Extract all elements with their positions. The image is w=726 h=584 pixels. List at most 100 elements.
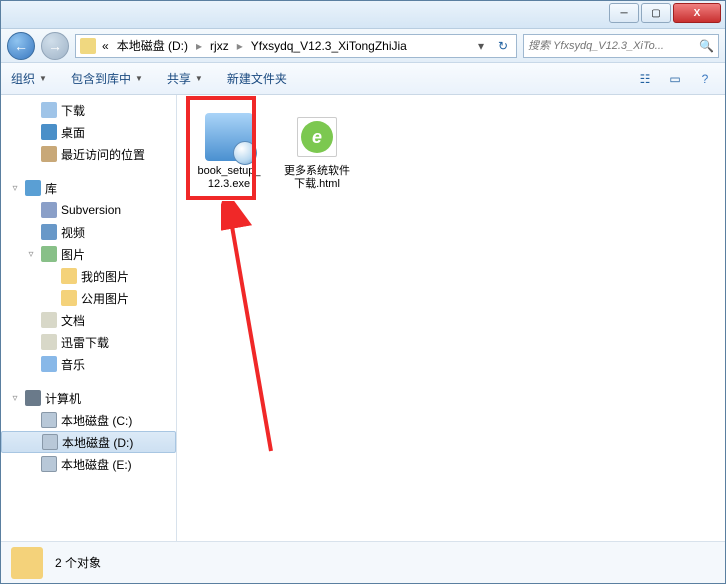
pictures-icon — [41, 246, 57, 262]
status-count: 2 个对象 — [55, 554, 101, 571]
drive-icon — [41, 412, 57, 428]
nav-bar: ← → « 本地磁盘 (D:) ▸ rjxz ▸ Yfxsydq_V12.3_X… — [1, 29, 725, 63]
organize-button[interactable]: 组织 ▼ — [11, 70, 47, 87]
collapse-icon[interactable]: ▿ — [9, 393, 21, 404]
close-button[interactable]: X — [673, 3, 721, 23]
tree-label: 公用图片 — [81, 290, 129, 307]
tree-label: Subversion — [61, 203, 121, 217]
tree-label: 我的图片 — [81, 268, 129, 285]
download-icon — [41, 102, 57, 118]
back-button[interactable]: ← — [7, 32, 35, 60]
share-label: 共享 — [167, 70, 191, 87]
file-item-html[interactable]: 更多系统软件下载.html — [281, 111, 353, 193]
search-icon[interactable]: 🔍 — [699, 39, 714, 53]
body: 下载 桌面 最近访问的位置 ▿库 Subversion 视频 ▿图片 我的图片 … — [1, 95, 725, 541]
toolbar-right: ☷ ▭ ? — [635, 69, 715, 89]
tree-mypictures[interactable]: 我的图片 — [1, 265, 176, 287]
breadcrumb-sep: ▸ — [235, 39, 245, 53]
file-view[interactable]: book_setup_12.3.exe 更多系统软件下载.html — [177, 95, 725, 541]
tree-desktop[interactable]: 桌面 — [1, 121, 176, 143]
tree-drive-e[interactable]: 本地磁盘 (E:) — [1, 453, 176, 475]
include-label: 包含到库中 — [71, 70, 131, 87]
new-folder-button[interactable]: 新建文件夹 — [227, 70, 287, 87]
maximize-button[interactable]: ▢ — [641, 3, 671, 23]
tree-label: 视频 — [61, 224, 85, 241]
recent-icon — [41, 146, 57, 162]
titlebar: ─ ▢ X — [1, 1, 725, 29]
music-icon — [41, 356, 57, 372]
tree-label: 图片 — [61, 246, 85, 263]
collapse-icon[interactable]: ▿ — [9, 183, 21, 194]
chevron-down-icon: ▼ — [39, 74, 47, 83]
tree-computer[interactable]: ▿ 计算机 — [1, 387, 176, 409]
file-label: book_setup_12.3.exe — [195, 165, 263, 191]
tree-label: 迅雷下载 — [61, 334, 109, 351]
nav-tree: 下载 桌面 最近访问的位置 ▿库 Subversion 视频 ▿图片 我的图片 … — [1, 95, 177, 541]
toolbar: 组织 ▼ 包含到库中 ▼ 共享 ▼ 新建文件夹 ☷ ▭ ? — [1, 63, 725, 95]
tree-label: 本地磁盘 (D:) — [62, 434, 133, 451]
organize-label: 组织 — [11, 70, 35, 87]
documents-icon — [41, 312, 57, 328]
documents-icon — [41, 334, 57, 350]
library-icon — [25, 180, 41, 196]
address-bar[interactable]: « 本地磁盘 (D:) ▸ rjxz ▸ Yfxsydq_V12.3_XiTon… — [75, 34, 517, 58]
tree-drive-c[interactable]: 本地磁盘 (C:) — [1, 409, 176, 431]
chevron-down-icon: ▼ — [195, 74, 203, 83]
tree-library[interactable]: ▿库 — [1, 177, 176, 199]
tree-label: 桌面 — [61, 124, 85, 141]
tree-subversion[interactable]: Subversion — [1, 199, 176, 221]
folder-icon — [80, 38, 96, 54]
breadcrumb-seg-2[interactable]: rjxz — [208, 39, 231, 53]
tree-downloads[interactable]: 下载 — [1, 99, 176, 121]
breadcrumb-sep: ▸ — [194, 39, 204, 53]
tree-music[interactable]: 音乐 — [1, 353, 176, 375]
drive-icon — [41, 456, 57, 472]
chevron-down-icon: ▼ — [135, 74, 143, 83]
include-in-library-button[interactable]: 包含到库中 ▼ — [71, 70, 143, 87]
tree-label: 下载 — [61, 102, 85, 119]
tree-pictures[interactable]: ▿ 图片 — [1, 243, 176, 265]
share-button[interactable]: 共享 ▼ — [167, 70, 203, 87]
status-bar: 2 个对象 — [1, 541, 725, 583]
tree-label: 文档 — [61, 312, 85, 329]
tree-label: 音乐 — [61, 356, 85, 373]
tree-label: 本地磁盘 (E:) — [61, 456, 132, 473]
folder-icon — [61, 268, 77, 284]
breadcrumb-prefix[interactable]: « — [100, 39, 111, 53]
breadcrumb-seg-3[interactable]: Yfxsydq_V12.3_XiTongZhiJia — [249, 39, 409, 53]
preview-pane-icon[interactable]: ▭ — [665, 69, 685, 89]
explorer-window: ─ ▢ X ← → « 本地磁盘 (D:) ▸ rjxz ▸ Yfxsydq_V… — [0, 0, 726, 584]
folder-icon — [11, 547, 43, 579]
minimize-button[interactable]: ─ — [609, 3, 639, 23]
help-icon[interactable]: ? — [695, 69, 715, 89]
refresh-button[interactable]: ↻ — [494, 39, 512, 53]
tree-video[interactable]: 视频 — [1, 221, 176, 243]
file-label: 更多系统软件下载.html — [283, 165, 351, 191]
tree-label: 最近访问的位置 — [61, 146, 145, 163]
address-dropdown-icon[interactable]: ▾ — [472, 39, 490, 53]
installer-icon — [205, 113, 253, 161]
tree-label: 库 — [45, 180, 57, 197]
tree-drive-d[interactable]: 本地磁盘 (D:) — [1, 431, 176, 453]
search-input[interactable] — [528, 40, 695, 52]
newfolder-label: 新建文件夹 — [227, 70, 287, 87]
breadcrumb-seg-1[interactable]: 本地磁盘 (D:) — [115, 37, 190, 54]
tree-label: 计算机 — [45, 390, 81, 407]
desktop-icon — [41, 124, 57, 140]
tree-documents[interactable]: 文档 — [1, 309, 176, 331]
collapse-icon[interactable]: ▿ — [25, 249, 37, 260]
tree-recent[interactable]: 最近访问的位置 — [1, 143, 176, 165]
computer-icon — [25, 390, 41, 406]
html-file-icon — [293, 113, 341, 161]
subversion-icon — [41, 202, 57, 218]
search-box[interactable]: 🔍 — [523, 34, 719, 58]
drive-icon — [42, 434, 58, 450]
view-options-icon[interactable]: ☷ — [635, 69, 655, 89]
tree-label: 本地磁盘 (C:) — [61, 412, 132, 429]
file-item-exe[interactable]: book_setup_12.3.exe — [193, 111, 265, 193]
folder-icon — [61, 290, 77, 306]
video-icon — [41, 224, 57, 240]
tree-publicpictures[interactable]: 公用图片 — [1, 287, 176, 309]
tree-xunlei[interactable]: 迅雷下载 — [1, 331, 176, 353]
forward-button[interactable]: → — [41, 32, 69, 60]
